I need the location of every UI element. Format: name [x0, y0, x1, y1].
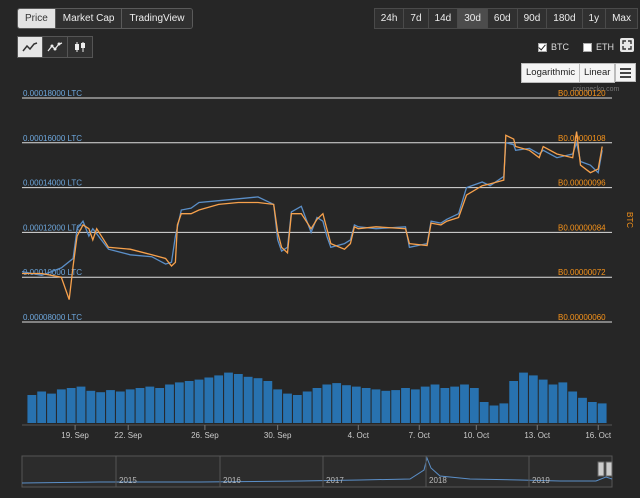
- volume-bar: [528, 375, 538, 423]
- x-tick-label: 16. Oct: [585, 431, 612, 440]
- volume-bar: [548, 384, 558, 423]
- x-tick-label: 26. Sep: [191, 431, 219, 440]
- volume-bar: [578, 397, 587, 423]
- left-axis-label: 0.00014000 LTC: [23, 179, 82, 188]
- volume-bar: [597, 403, 607, 423]
- volume-bar: [194, 379, 204, 423]
- volume-bar: [499, 403, 509, 423]
- navigator-year-label: 2018: [429, 476, 447, 485]
- volume-bar: [430, 384, 440, 423]
- volume-bar: [145, 386, 155, 423]
- volume-bar: [420, 386, 430, 423]
- navigator-handle-right[interactable]: [605, 461, 613, 477]
- volume-bar: [263, 381, 273, 423]
- volume-bar: [371, 389, 381, 423]
- volume-bar: [332, 383, 342, 423]
- volume-bar: [509, 381, 519, 423]
- price-series-line: [21, 140, 603, 276]
- right-axis-label: B0.00000096: [558, 179, 606, 188]
- right-axis-label: B0.00000060: [558, 313, 606, 322]
- volume-bar: [538, 379, 548, 423]
- right-axis-labels: B0.00000060 B0.00000072 B0.00000084 B0.0000…: [558, 89, 606, 322]
- navigator-year-label: 2016: [223, 476, 241, 485]
- volume-bar: [283, 393, 292, 423]
- volume-bar: [361, 388, 371, 423]
- volume-bar: [243, 376, 253, 423]
- volume-bar: [440, 388, 450, 423]
- volume-bar: [27, 395, 37, 423]
- volume-bar: [96, 392, 106, 423]
- volume-bar: [391, 390, 401, 423]
- volume-bar: [460, 384, 469, 423]
- volume-bar: [322, 384, 332, 423]
- volume-bar: [302, 391, 312, 423]
- volume-bar: [135, 388, 145, 423]
- volume-bar: [253, 378, 263, 423]
- volume-bar: [214, 375, 224, 423]
- left-axis-label: 0.00008000 LTC: [23, 313, 82, 322]
- volume-bar: [37, 391, 47, 423]
- right-axis-label: B0.00000108: [558, 134, 606, 143]
- volume-bar: [47, 393, 56, 423]
- x-axis-ticks: 19. Sep 22. Sep 26. Sep 30. Sep 4. Oct 7. Oct…: [61, 425, 612, 440]
- right-axis-label: B0.00000084: [558, 223, 606, 232]
- volume-bar: [312, 388, 322, 423]
- volume-bar: [587, 402, 597, 423]
- price-series-line: [22, 131, 603, 300]
- volume-bar: [204, 377, 214, 423]
- left-axis-label: 0.00012000 LTC: [23, 223, 82, 232]
- x-tick-label: 19. Sep: [61, 431, 89, 440]
- volume-bar: [106, 390, 115, 423]
- volume-bar: [125, 389, 135, 423]
- left-axis-label: 0.00018000 LTC: [23, 89, 82, 98]
- navigator-year-label: 2017: [326, 476, 344, 485]
- x-tick-label: 13. Oct: [524, 431, 551, 440]
- volume-bar: [233, 374, 243, 423]
- grid-lines: [22, 97, 612, 323]
- volume-bar: [273, 389, 283, 423]
- volume-bar: [401, 388, 410, 423]
- volume-bar: [479, 402, 489, 423]
- volume-bar: [76, 386, 86, 423]
- volume-bar: [410, 389, 420, 423]
- right-axis-label: B0.00000120: [558, 89, 606, 98]
- left-axis-label: 0.00016000 LTC: [23, 134, 82, 143]
- volume-bar: [450, 386, 460, 423]
- volume-bar: [351, 386, 361, 423]
- volume-bar: [115, 391, 125, 423]
- navigator[interactable]: 2015 2016 2017 2018 2019: [21, 455, 613, 488]
- navigator-year-label: 2019: [532, 476, 550, 485]
- volume-bar: [342, 385, 351, 423]
- navigator-handle-left[interactable]: [597, 461, 605, 477]
- volume-bar: [558, 382, 568, 423]
- volume-bar: [292, 395, 302, 423]
- volume-bar: [155, 388, 165, 423]
- volume-bars: [27, 372, 607, 423]
- volume-bar: [174, 382, 184, 423]
- x-tick-label: 22. Sep: [114, 431, 142, 440]
- volume-bar: [66, 388, 76, 423]
- x-tick-label: 4. Oct: [348, 431, 370, 440]
- price-series: [21, 131, 603, 300]
- volume-bar: [86, 390, 96, 423]
- right-axis-label: B0.00000072: [558, 268, 606, 277]
- volume-bar: [56, 389, 66, 423]
- volume-bar: [381, 390, 391, 423]
- volume-bar: [224, 372, 233, 423]
- volume-bar: [489, 405, 499, 423]
- right-axis-title: BTC: [625, 212, 634, 228]
- navigator-year-label: 2015: [119, 476, 137, 485]
- left-axis-labels: 0.00008000 LTC0.00010000 LTC0.00012000 L…: [23, 89, 82, 322]
- volume-bar: [568, 391, 578, 423]
- volume-bar: [469, 388, 479, 423]
- volume-bar: [165, 384, 174, 423]
- volume-bar: [519, 372, 528, 423]
- x-tick-label: 10. Oct: [463, 431, 490, 440]
- volume-bar: [184, 381, 194, 423]
- price-chart[interactable]: coingecko.com 0.00008000 LTC0.00010000 L…: [0, 0, 640, 498]
- x-tick-label: 30. Sep: [264, 431, 292, 440]
- x-tick-label: 7. Oct: [409, 431, 431, 440]
